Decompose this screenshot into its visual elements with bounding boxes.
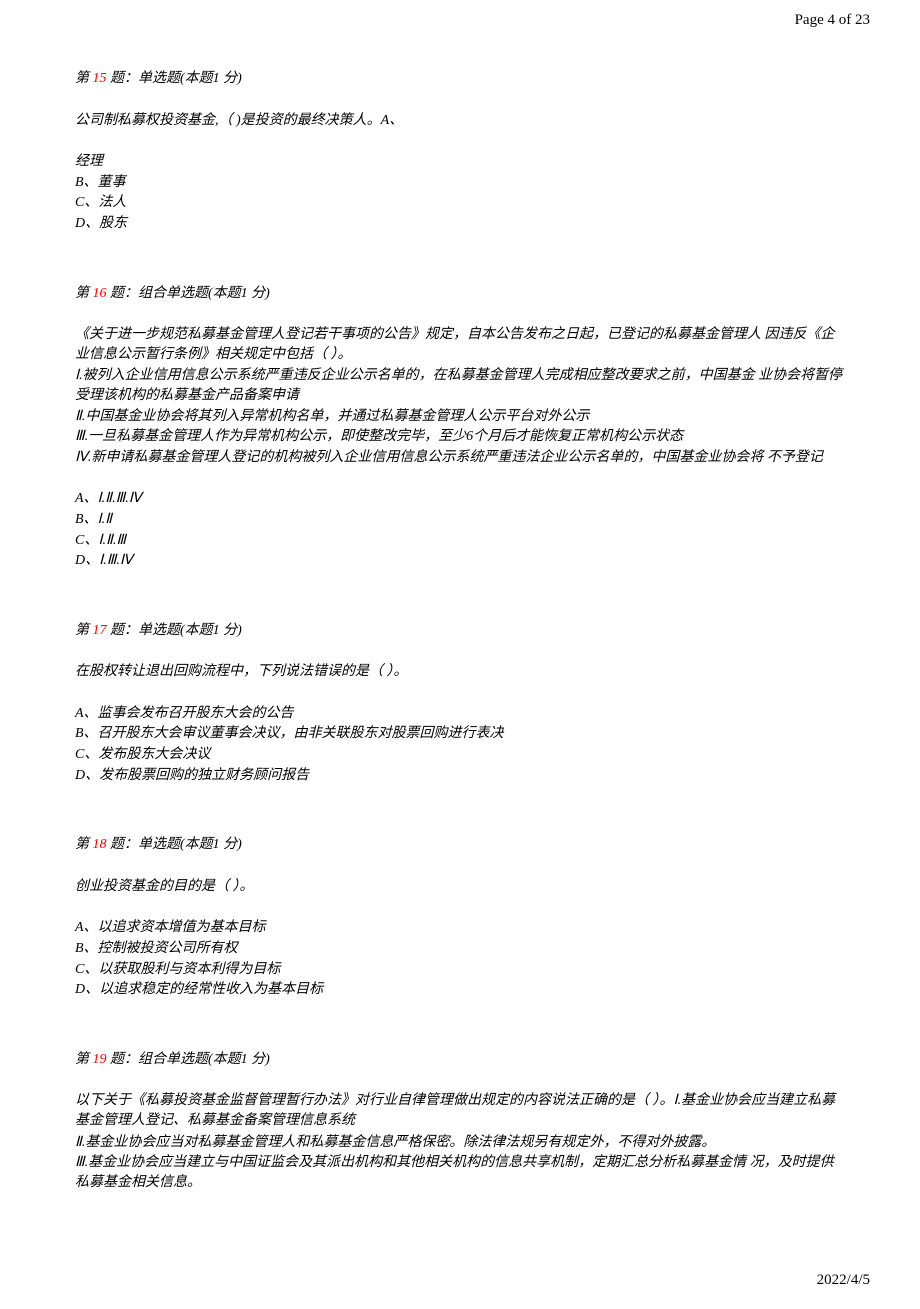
question-stem: 《关于进一步规范私募基金管理人登记若干事项的公告》规定，自本公告发布之日起，已登… [75,325,845,364]
heading-prefix: 第 [75,623,93,638]
page-header: Page 4 of 23 [0,0,920,29]
page-content: 第 15 题：单选题(本题1 分) 公司制私募权投资基金,（ )是投资的最终决策… [0,29,920,1192]
question-heading: 第 18 题：单选题(本题1 分) [75,835,845,855]
option-c: C、以获取股利与资本利得为目标 [75,960,845,980]
question-stem: 公司制私募权投资基金,（ )是投资的最终决策人。A、 [75,111,845,131]
heading-suffix: 题：组合单选题(本题1 分) [107,286,270,301]
option-a: A、监事会发布召开股东大会的公告 [75,704,845,724]
heading-prefix: 第 [75,837,93,852]
question-stem: 以下关于《私募投资基金监督管理暂行办法》对行业自律管理做出规定的内容说法正确的是… [75,1091,845,1130]
option-c: C、Ⅰ.Ⅱ.Ⅲ [75,531,845,551]
page-footer: 2022/4/5 [0,1242,920,1309]
option-a: A、以追求资本增值为基本目标 [75,918,845,938]
statement-3: Ⅲ.一旦私募基金管理人作为异常机构公示，即使整改完毕，至少6个月后才能恢复正常机… [75,427,845,447]
statement-3: Ⅲ.基金业协会应当建立与中国证监会及其派出机构和其他相关机构的信息共享机制，定期… [75,1153,845,1192]
footer-date: 2022/4/5 [817,1272,870,1288]
heading-prefix: 第 [75,286,93,301]
question-number: 19 [93,1052,107,1067]
statement-2: Ⅱ.基金业协会应当对私募基金管理人和私募基金信息严格保密。除法律法规另有规定外，… [75,1133,845,1153]
question-statements: Ⅰ.被列入企业信用信息公示系统严重违反企业公示名单的，在私募基金管理人完成相应整… [75,366,845,467]
option-d: D、股东 [75,214,845,234]
page-number: Page 4 of 23 [795,12,870,28]
statement-1: Ⅰ.被列入企业信用信息公示系统严重违反企业公示名单的，在私募基金管理人完成相应整… [75,366,845,405]
heading-suffix: 题：组合单选题(本题1 分) [107,1052,270,1067]
option-a: A、Ⅰ.Ⅱ.Ⅲ.Ⅳ [75,489,845,509]
heading-suffix: 题：单选题(本题1 分) [107,71,242,86]
statement-4: Ⅳ.新申请私募基金管理人登记的机构被列入企业信用信息公示系统严重违法企业公示名单… [75,448,845,468]
option-b: B、召开股东大会审议董事会决议，由非关联股东对股票回购进行表决 [75,724,845,744]
question-number: 15 [93,71,107,86]
question-number: 18 [93,837,107,852]
question-18: 第 18 题：单选题(本题1 分) 创业投资基金的目的是（ ）。 A、以追求资本… [75,835,845,1000]
question-statements: Ⅱ.基金业协会应当对私募基金管理人和私募基金信息严格保密。除法律法规另有规定外，… [75,1133,845,1193]
option-b: B、控制被投资公司所有权 [75,939,845,959]
question-options: A、Ⅰ.Ⅱ.Ⅲ.Ⅳ B、Ⅰ.Ⅱ C、Ⅰ.Ⅱ.Ⅲ D、Ⅰ.Ⅲ.Ⅳ [75,489,845,570]
question-number: 17 [93,623,107,638]
question-heading: 第 17 题：单选题(本题1 分) [75,621,845,641]
question-stem: 在股权转让退出回购流程中，下列说法错误的是（ ）。 [75,662,845,682]
question-number: 16 [93,286,107,301]
heading-suffix: 题：单选题(本题1 分) [107,837,242,852]
heading-prefix: 第 [75,71,93,86]
option-d: D、以追求稳定的经常性收入为基本目标 [75,980,845,1000]
question-15: 第 15 题：单选题(本题1 分) 公司制私募权投资基金,（ )是投资的最终决策… [75,69,845,234]
heading-suffix: 题：单选题(本题1 分) [107,623,242,638]
option-d: D、发布股票回购的独立财务顾问报告 [75,766,845,786]
question-19: 第 19 题：组合单选题(本题1 分) 以下关于《私募投资基金监督管理暂行办法》… [75,1050,845,1193]
option-pre: 经理 [75,152,845,172]
question-options: A、以追求资本增值为基本目标 B、控制被投资公司所有权 C、以获取股利与资本利得… [75,918,845,999]
statement-2: Ⅱ.中国基金业协会将其列入异常机构名单，并通过私募基金管理人公示平台对外公示 [75,407,845,427]
question-heading: 第 16 题：组合单选题(本题1 分) [75,284,845,304]
option-b: B、董事 [75,173,845,193]
option-c: C、法人 [75,193,845,213]
question-options: 经理 B、董事 C、法人 D、股东 [75,152,845,233]
question-16: 第 16 题：组合单选题(本题1 分) 《关于进一步规范私募基金管理人登记若干事… [75,284,845,571]
question-stem: 创业投资基金的目的是（ ）。 [75,877,845,897]
option-b: B、Ⅰ.Ⅱ [75,510,845,530]
question-heading: 第 15 题：单选题(本题1 分) [75,69,845,89]
option-c: C、发布股东大会决议 [75,745,845,765]
question-options: A、监事会发布召开股东大会的公告 B、召开股东大会审议董事会决议，由非关联股东对… [75,704,845,785]
question-heading: 第 19 题：组合单选题(本题1 分) [75,1050,845,1070]
heading-prefix: 第 [75,1052,93,1067]
option-d: D、Ⅰ.Ⅲ.Ⅳ [75,551,845,571]
question-17: 第 17 题：单选题(本题1 分) 在股权转让退出回购流程中，下列说法错误的是（… [75,621,845,786]
